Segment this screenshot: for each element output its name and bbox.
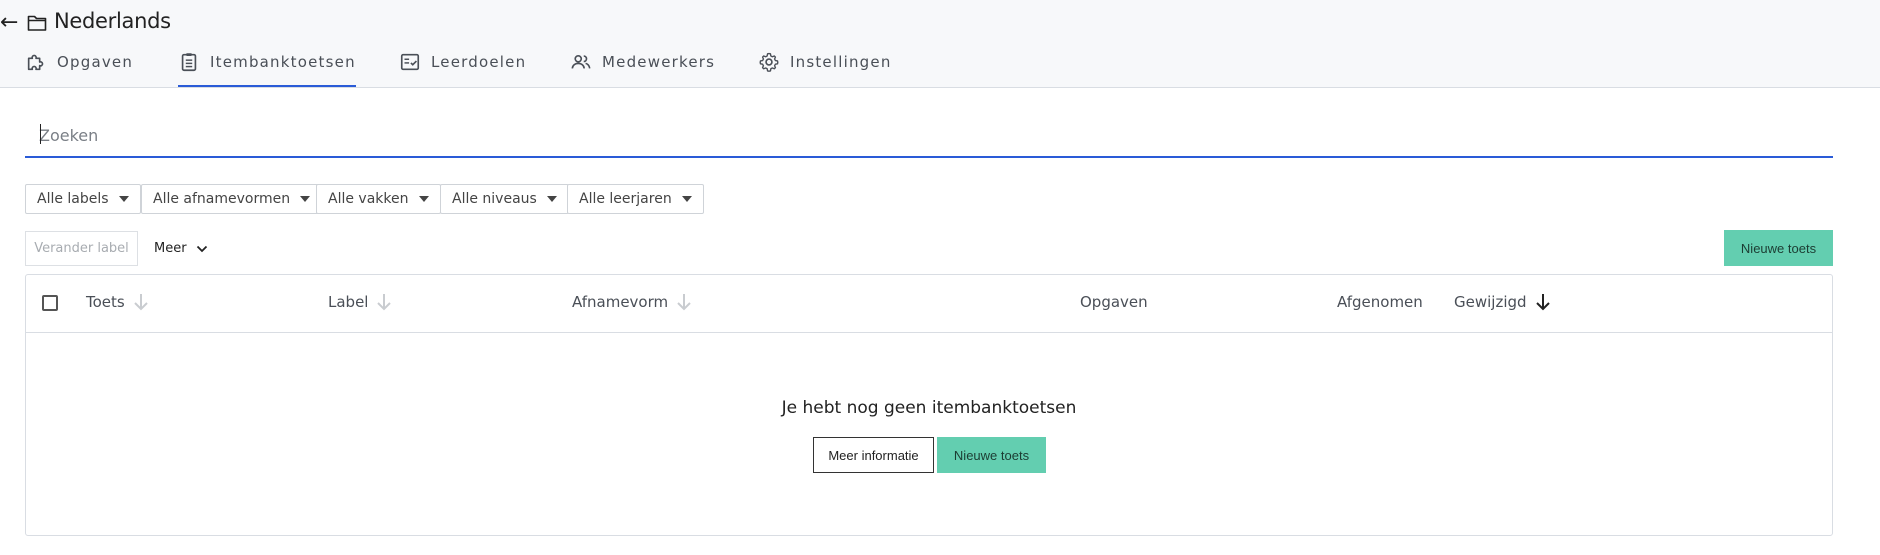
caret-down-icon <box>418 196 429 202</box>
arrow-down-icon <box>1535 294 1550 311</box>
filter-label: Alle vakken <box>328 191 409 207</box>
tab-label: Opgaven <box>57 53 134 71</box>
filter-leerjaren[interactable]: Alle leerjaren <box>567 184 704 214</box>
filter-afnamevormen[interactable]: Alle afnamevormen <box>141 184 323 214</box>
column-label: Opgaven <box>1080 293 1148 311</box>
column-label: Gewijzigd <box>1454 293 1527 311</box>
text-caret <box>40 124 41 144</box>
new-test-button[interactable]: Nieuwe toets <box>1724 230 1833 266</box>
search-input[interactable] <box>25 114 1833 158</box>
tests-table: Toets Label Afnamevorm Opgaven Afgenomen… <box>25 274 1833 536</box>
change-label-button[interactable]: Verander label <box>25 231 138 266</box>
tab-label: Leerdoelen <box>431 53 527 71</box>
more-info-button[interactable]: Meer informatie <box>813 437 934 473</box>
arrow-down-icon <box>677 294 691 311</box>
folder-icon <box>27 15 47 31</box>
tab-label: Itembanktoetsen <box>210 53 356 71</box>
column-header-label[interactable]: Label <box>328 293 392 311</box>
filter-label: Alle niveaus <box>452 191 537 207</box>
filter-label: Alle afnamevormen <box>153 191 291 207</box>
tab-leerdoelen[interactable]: Leerdoelen <box>399 50 526 87</box>
filter-label: Alle labels <box>37 191 109 207</box>
column-header-afgenomen: Afgenomen <box>1337 293 1423 311</box>
page-title: Nederlands <box>54 9 171 33</box>
column-label: Toets <box>86 293 125 311</box>
clipboard-icon <box>181 53 197 72</box>
filter-niveaus[interactable]: Alle niveaus <box>440 184 569 214</box>
empty-state-message: Je hebt nog geen itembanktoetsen <box>781 398 1077 418</box>
tab-label: Medewerkers <box>602 53 716 71</box>
column-header-afnamevorm[interactable]: Afnamevorm <box>572 293 692 311</box>
arrow-down-icon <box>134 294 148 311</box>
column-header-opgaven: Opgaven <box>1080 293 1148 311</box>
more-label: Meer <box>154 241 187 256</box>
header: ← Nederlands Opgaven Itembanktoetsen Lee… <box>0 0 1880 88</box>
arrow-down-icon <box>377 294 392 311</box>
column-label: Afgenomen <box>1337 293 1423 311</box>
caret-down-icon <box>546 196 557 202</box>
checklist-icon <box>400 53 420 71</box>
column-label: Label <box>328 293 369 311</box>
tab-label: Instellingen <box>790 53 892 71</box>
tab-itembanktoetsen[interactable]: Itembanktoetsen <box>178 50 356 87</box>
select-all-checkbox[interactable] <box>42 295 58 311</box>
column-header-toets[interactable]: Toets <box>86 293 149 311</box>
caret-down-icon <box>681 196 692 202</box>
arrow-left-icon[interactable]: ← <box>0 12 18 34</box>
people-icon <box>571 54 591 69</box>
more-dropdown[interactable]: Meer <box>154 231 208 266</box>
filter-label: Alle leerjaren <box>579 191 672 207</box>
caret-down-icon <box>118 196 129 202</box>
caret-down-icon <box>300 196 311 202</box>
table-header: Toets Label Afnamevorm Opgaven Afgenomen… <box>26 275 1832 333</box>
gear-icon <box>759 52 779 72</box>
tab-medewerkers[interactable]: Medewerkers <box>570 50 715 87</box>
chevron-down-icon <box>196 245 207 252</box>
column-header-gewijzigd[interactable]: Gewijzigd <box>1454 293 1551 311</box>
filter-labels[interactable]: Alle labels <box>25 184 141 214</box>
puzzle-icon <box>27 54 44 71</box>
tab-instellingen[interactable]: Instellingen <box>758 50 892 87</box>
empty-new-test-button[interactable]: Nieuwe toets <box>937 437 1046 473</box>
column-label: Afnamevorm <box>572 293 669 311</box>
tab-opgaven[interactable]: Opgaven <box>25 50 133 87</box>
filter-vakken[interactable]: Alle vakken <box>316 184 441 214</box>
